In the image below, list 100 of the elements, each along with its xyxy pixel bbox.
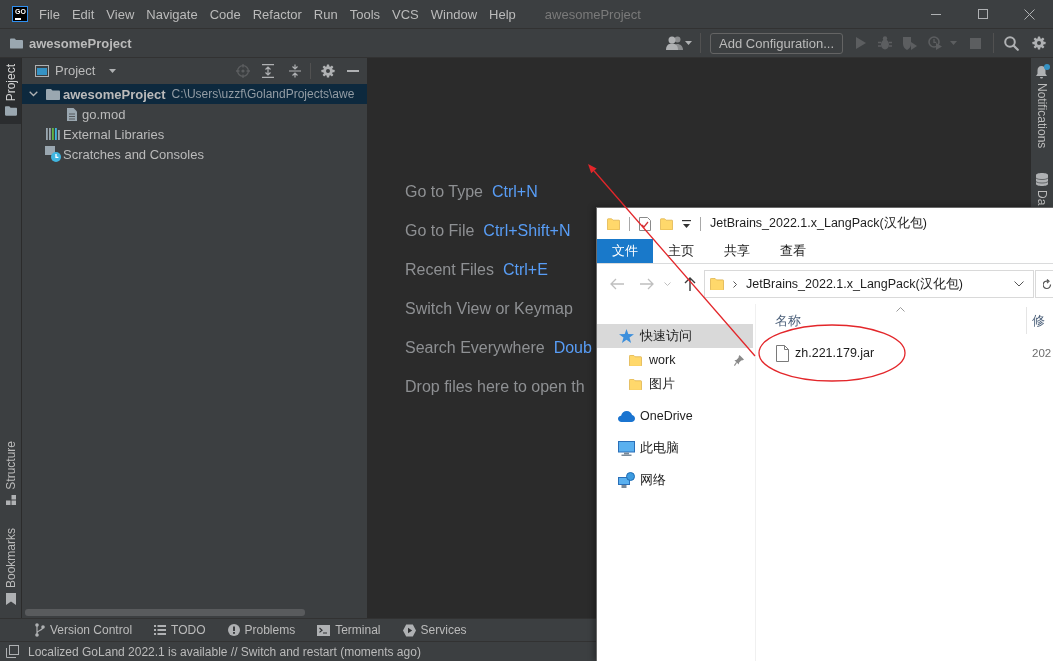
shortcut-text: Ctrl+Shift+N (483, 221, 571, 240)
tool-window-button[interactable]: Problems (222, 621, 301, 639)
copy-icon (6, 645, 19, 658)
welcome-action-text: Search Everywhere (405, 338, 545, 357)
folder-icon (628, 378, 642, 390)
maximize-icon (977, 9, 988, 19)
structure-icon (5, 494, 16, 505)
ribbon-tab[interactable]: 查看 (765, 239, 821, 263)
nav-item[interactable]: 图片 (597, 372, 753, 396)
menu-item[interactable]: Edit (65, 3, 101, 25)
tool-window-button[interactable]: Terminal (312, 621, 386, 639)
welcome-action-text: Go to Type (405, 182, 483, 201)
settings-icon[interactable] (321, 63, 335, 78)
tree-item[interactable]: Scratches and Consoles (22, 144, 367, 164)
chevron-right-icon (733, 280, 737, 288)
search-icon[interactable] (1004, 35, 1019, 51)
tool-window-button[interactable]: Version Control (30, 621, 138, 639)
folder-icon (660, 217, 673, 230)
shortcut-text: Doub (553, 338, 592, 357)
project-path-text: C:\Users\uzzf\GolandProjects\awe (171, 87, 355, 101)
menu-item[interactable]: File (33, 3, 66, 25)
menu-item[interactable]: Run (307, 3, 344, 25)
folder-icon (628, 354, 642, 366)
tree-item[interactable]: External Libraries (22, 124, 367, 144)
folder-icon (10, 37, 23, 49)
nav-item[interactable]: OneDrive (597, 404, 753, 428)
explorer-title: JetBrains_2022.1.x_LangPack(汉化包) (710, 215, 927, 232)
database-icon (1036, 173, 1048, 187)
dropdown-icon[interactable] (682, 219, 691, 228)
menu-item[interactable]: VCS (386, 3, 425, 25)
settings-icon[interactable] (1032, 36, 1046, 50)
status-message: Localized GoLand 2022.1 is available // Switch and restart (moments ago) (28, 644, 421, 659)
cloud-icon (617, 410, 635, 422)
file-icon (67, 107, 77, 121)
nav-item[interactable]: work (597, 348, 753, 372)
tool-window-tab[interactable]: Notifications (1032, 64, 1052, 149)
tool-window-button[interactable]: Services (397, 621, 472, 639)
branch-icon (35, 623, 45, 637)
tool-window-tab[interactable]: Project (0, 58, 21, 125)
chevron-down-icon[interactable] (29, 91, 38, 97)
modified-date-text: 202 (1031, 347, 1053, 359)
folder-icon (607, 217, 620, 230)
ribbon-tab[interactable]: 共享 (709, 239, 765, 263)
tool-window-tab[interactable]: Da (1032, 173, 1052, 206)
column-header[interactable]: 修 (1027, 307, 1053, 334)
column-header[interactable]: 名称 (775, 307, 1027, 334)
chevron-down-icon[interactable] (1014, 281, 1024, 287)
menu-item[interactable]: Code (203, 3, 247, 25)
refresh-icon (1043, 278, 1052, 290)
tool-window-tab[interactable]: Bookmarks (0, 521, 21, 613)
ribbon-tab[interactable]: 文件 (597, 239, 653, 263)
ribbon-tab[interactable]: 主页 (653, 239, 709, 263)
warning-circle-icon (227, 624, 240, 636)
tree-item[interactable]: go.mod (22, 104, 367, 124)
nav-item[interactable]: 网络 (597, 468, 753, 492)
services-icon (402, 623, 416, 637)
file-icon (776, 344, 789, 362)
refresh-button[interactable] (1035, 270, 1053, 298)
bookmark-icon (5, 593, 16, 605)
project-view-dropdown[interactable]: Project (35, 63, 117, 78)
menu-item[interactable]: View (100, 3, 141, 25)
network-icon (617, 472, 635, 488)
minimize-icon[interactable] (347, 69, 359, 72)
menu-item[interactable]: Tools (343, 3, 387, 25)
properties-icon[interactable] (639, 216, 651, 231)
welcome-action-text: Drop files here to open th (405, 377, 585, 396)
monitor-icon (617, 440, 635, 456)
library-icon (46, 128, 60, 140)
add-configuration-button[interactable]: Add Configuration... (710, 32, 843, 54)
welcome-action-text: Go to File (405, 221, 475, 240)
welcome-action-text: Recent Files (405, 260, 494, 279)
expand-all-icon[interactable] (262, 63, 274, 78)
minimize-icon (930, 13, 941, 15)
close-icon (1024, 8, 1035, 20)
caret-icon (109, 68, 117, 73)
tool-window-tab[interactable]: Structure (0, 435, 21, 513)
nav-item[interactable]: 此电脑 (597, 436, 753, 460)
menu-item[interactable]: Refactor (246, 3, 308, 25)
menu-item[interactable]: Navigate (140, 3, 204, 25)
shortcut-text: Ctrl+E (502, 260, 548, 279)
address-bar[interactable]: JetBrains_2022.1.x_LangPack(汉化包) (704, 270, 1034, 298)
collapse-all-icon[interactable] (289, 63, 301, 78)
menu-item[interactable]: Help (483, 3, 522, 25)
caret-icon (950, 41, 957, 45)
nav-item[interactable]: 快速访问 (597, 324, 753, 348)
folder-icon (4, 106, 17, 117)
users-icon[interactable] (666, 36, 684, 50)
caret-icon (685, 41, 693, 45)
breadcrumb-item[interactable]: awesomeProject (29, 35, 132, 51)
list-icon (154, 625, 167, 635)
panel-window-icon (35, 64, 49, 77)
shortcut-text: Ctrl+N (492, 182, 538, 201)
folder-icon (46, 88, 60, 100)
menu-item[interactable]: Window (424, 3, 484, 25)
scrollbar-thumb[interactable] (25, 609, 305, 616)
terminal-icon (317, 624, 331, 636)
file-list-item[interactable]: zh.221.179.jar (775, 340, 1027, 366)
tree-item[interactable]: awesomeProject C:\Users\uzzf\GolandProjects\awe (22, 84, 367, 104)
up-arrow-icon[interactable] (684, 277, 696, 291)
tool-window-button[interactable]: TODO (149, 621, 211, 639)
